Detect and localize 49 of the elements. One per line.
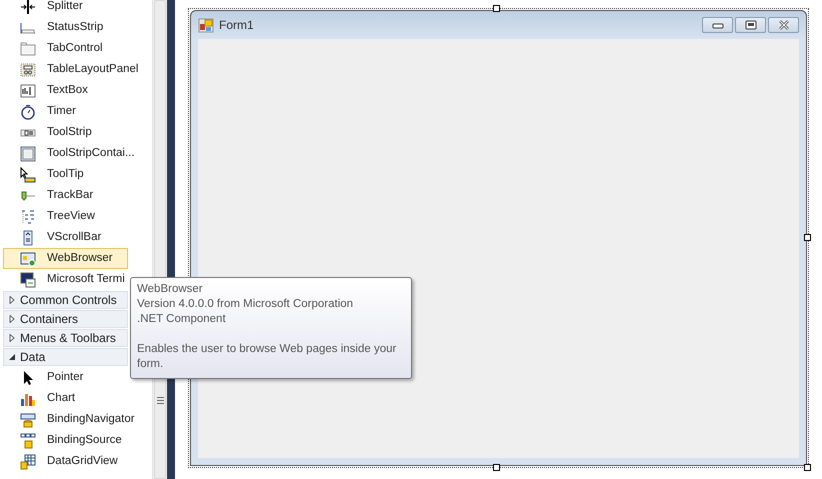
toolbox-item[interactable]: WebBrowser — [3, 248, 128, 269]
maximize-button[interactable] — [735, 17, 766, 33]
toolbox-item[interactable]: ToolStrip — [3, 122, 128, 143]
minimize-button[interactable] — [702, 17, 733, 33]
toolbox-item[interactable]: ToolTip — [3, 164, 128, 185]
tooltip: WebBrowser Version 4.0.0.0 from Microsoft Corporation .NET Component Enables the user to browse Web pages inside your form. — [130, 277, 412, 379]
resize-handle[interactable] — [804, 464, 811, 471]
category-header[interactable]: Menus & Toolbars — [3, 329, 128, 347]
terminal-icon — [20, 272, 36, 288]
toolbox-item[interactable]: Microsoft Termi — [3, 269, 128, 290]
toolbox-item[interactable]: TableLayoutPanel — [3, 59, 142, 80]
form-icon — [198, 17, 214, 33]
close-icon — [778, 20, 790, 30]
grip-icon — [156, 397, 164, 404]
window-title: Form1 — [219, 17, 254, 34]
toolbox-item[interactable]: StatusStrip — [3, 17, 128, 38]
toolbox-item[interactable]: TrackBar — [3, 185, 128, 206]
tree-icon — [20, 208, 36, 224]
splitter-icon — [20, 0, 36, 14]
resize-handle[interactable] — [493, 5, 500, 12]
toolbox-item[interactable]: BindingSource — [3, 430, 128, 451]
category-header[interactable]: Common Controls — [3, 291, 128, 309]
category-header[interactable]: Data — [3, 348, 128, 366]
category-header[interactable]: Containers — [3, 310, 128, 328]
web-browser-icon — [20, 250, 36, 266]
container-icon — [20, 146, 36, 162]
data-source-icon — [20, 432, 36, 448]
toolbox-item[interactable]: VScrollBar — [3, 227, 128, 248]
toolbox-item[interactable]: TextBox — [3, 80, 128, 101]
folder-icon — [20, 40, 36, 56]
minimize-icon — [712, 21, 724, 29]
toolbox-item[interactable]: TabControl — [3, 38, 128, 59]
toolbox-item[interactable]: ToolStripContai... — [3, 143, 138, 164]
toolbox-item[interactable]: Timer — [3, 101, 128, 122]
stopwatch-icon — [20, 104, 36, 120]
data-grid-icon — [20, 454, 36, 470]
toolbox-item[interactable]: DataGridView — [3, 451, 128, 472]
close-button[interactable] — [768, 17, 799, 33]
toolbox-item[interactable]: Chart — [3, 388, 128, 409]
table-layout-icon — [20, 62, 36, 78]
maximize-icon — [744, 20, 756, 30]
resize-handle[interactable] — [804, 234, 811, 241]
toolbox-item[interactable]: Splitter — [3, 0, 128, 17]
navigator-database-icon — [20, 412, 36, 428]
toolbox-item[interactable]: BindingNavigator — [3, 409, 138, 430]
pointer-tooltip-icon — [20, 166, 36, 182]
resize-handle[interactable] — [493, 464, 500, 471]
toolbox-item[interactable]: TreeView — [3, 206, 128, 227]
toolbox-item[interactable]: Pointer — [3, 367, 128, 388]
